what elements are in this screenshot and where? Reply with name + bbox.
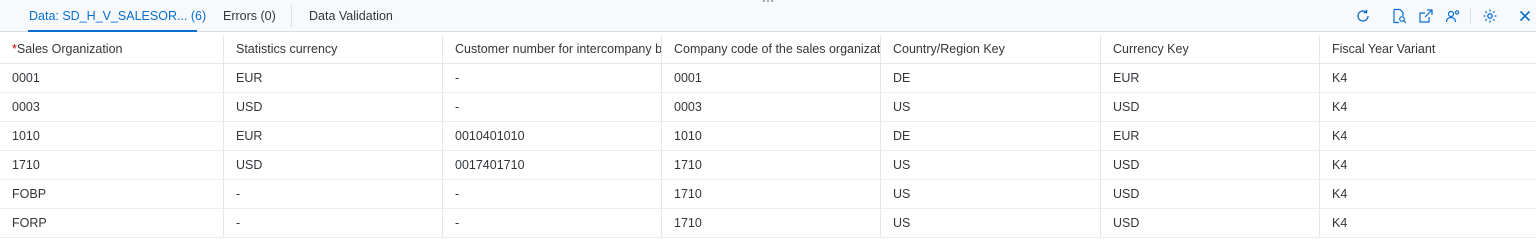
- table-cell[interactable]: US: [881, 151, 1101, 179]
- table-row[interactable]: 1710 USD 0017401710 1710 US USD K4: [0, 151, 1536, 180]
- table-cell[interactable]: 0017401710: [443, 151, 662, 179]
- column-header-currency-key[interactable]: Currency Key: [1101, 35, 1320, 63]
- table-cell[interactable]: K4: [1320, 180, 1536, 208]
- table-cell[interactable]: 1010: [662, 122, 881, 150]
- table-cell[interactable]: -: [443, 93, 662, 121]
- table-cell[interactable]: USD: [1101, 93, 1320, 121]
- column-header-label: Fiscal Year Variant: [1332, 42, 1436, 56]
- table-cell[interactable]: EUR: [224, 64, 443, 92]
- table-cell[interactable]: 0003: [0, 93, 224, 121]
- tab-errors-label: Errors (0): [223, 9, 276, 23]
- table-cell[interactable]: EUR: [224, 122, 443, 150]
- table-cell[interactable]: K4: [1320, 151, 1536, 179]
- column-header-company-code[interactable]: Company code of the sales organizati: [662, 35, 881, 63]
- export-icon[interactable]: [1416, 6, 1436, 26]
- table-cell[interactable]: US: [881, 180, 1101, 208]
- tab-divider: [291, 5, 292, 27]
- column-header-fiscal-year-variant[interactable]: Fiscal Year Variant: [1320, 35, 1536, 63]
- tab-data-validation[interactable]: Data Validation: [309, 0, 393, 32]
- table-cell[interactable]: K4: [1320, 64, 1536, 92]
- table-row[interactable]: 0003 USD - 0003 US USD K4: [0, 93, 1536, 122]
- document-search-icon[interactable]: [1389, 6, 1409, 26]
- table-cell[interactable]: 1710: [662, 209, 881, 237]
- table-cell[interactable]: 1710: [662, 180, 881, 208]
- toolbar-divider: [1470, 8, 1471, 24]
- table-cell[interactable]: -: [443, 180, 662, 208]
- column-header-label: Sales Organization: [16, 42, 123, 56]
- table-cell[interactable]: USD: [224, 151, 443, 179]
- table-cell[interactable]: 1710: [662, 151, 881, 179]
- resize-grip[interactable]: [762, 0, 774, 3]
- table-cell[interactable]: 0001: [662, 64, 881, 92]
- settings-icon[interactable]: [1480, 6, 1500, 26]
- table-cell[interactable]: -: [224, 209, 443, 237]
- table-row[interactable]: FORP - - 1710 US USD K4: [0, 209, 1536, 238]
- refresh-icon[interactable]: [1353, 6, 1373, 26]
- close-icon[interactable]: [1515, 6, 1535, 26]
- table-cell[interactable]: K4: [1320, 209, 1536, 237]
- column-header-label: Statistics currency: [236, 42, 338, 56]
- table-cell[interactable]: USD: [224, 93, 443, 121]
- table-cell[interactable]: EUR: [1101, 64, 1320, 92]
- table-cell[interactable]: 1710: [0, 151, 224, 179]
- user-settings-icon[interactable]: [1443, 6, 1463, 26]
- table-cell[interactable]: K4: [1320, 93, 1536, 121]
- tab-data-validation-label: Data Validation: [309, 9, 393, 23]
- tab-errors[interactable]: Errors (0): [223, 0, 276, 32]
- table-cell[interactable]: EUR: [1101, 122, 1320, 150]
- table-cell[interactable]: USD: [1101, 180, 1320, 208]
- table-header-row: *Sales Organization Statistics currency …: [0, 35, 1536, 64]
- table-cell[interactable]: 0010401010: [443, 122, 662, 150]
- column-header-country-region-key[interactable]: Country/Region Key: [881, 35, 1101, 63]
- table-row[interactable]: FOBP - - 1710 US USD K4: [0, 180, 1536, 209]
- column-header-label: Company code of the sales organizati: [674, 42, 881, 56]
- table-cell[interactable]: FORP: [0, 209, 224, 237]
- table-cell[interactable]: USD: [1101, 151, 1320, 179]
- table-row[interactable]: 0001 EUR - 0001 DE EUR K4: [0, 64, 1536, 93]
- table-cell[interactable]: USD: [1101, 209, 1320, 237]
- tab-data[interactable]: Data: SD_H_V_SALESOR... (6): [28, 0, 206, 32]
- table-cell[interactable]: US: [881, 209, 1101, 237]
- panel-tab-bar: Data: SD_H_V_SALESOR... (6) Errors (0) D…: [0, 0, 1536, 32]
- column-header-label: Currency Key: [1113, 42, 1189, 56]
- column-header-sales-organization[interactable]: *Sales Organization: [0, 35, 224, 63]
- table-cell[interactable]: -: [443, 64, 662, 92]
- column-header-customer-number[interactable]: Customer number for intercompany bi: [443, 35, 662, 63]
- column-header-statistics-currency[interactable]: Statistics currency: [224, 35, 443, 63]
- table-cell[interactable]: 0001: [0, 64, 224, 92]
- data-table: *Sales Organization Statistics currency …: [0, 35, 1536, 238]
- table-cell[interactable]: US: [881, 93, 1101, 121]
- tab-data-label: Data: SD_H_V_SALESOR... (6): [29, 9, 207, 23]
- table-cell[interactable]: -: [443, 209, 662, 237]
- table-cell[interactable]: DE: [881, 64, 1101, 92]
- table-row[interactable]: 1010 EUR 0010401010 1010 DE EUR K4: [0, 122, 1536, 151]
- table-cell[interactable]: FOBP: [0, 180, 224, 208]
- table-cell[interactable]: DE: [881, 122, 1101, 150]
- table-cell[interactable]: 1010: [0, 122, 224, 150]
- table-cell[interactable]: 0003: [662, 93, 881, 121]
- table-cell[interactable]: K4: [1320, 122, 1536, 150]
- column-header-label: Customer number for intercompany bi: [455, 42, 662, 56]
- column-header-label: Country/Region Key: [893, 42, 1005, 56]
- table-cell[interactable]: -: [224, 180, 443, 208]
